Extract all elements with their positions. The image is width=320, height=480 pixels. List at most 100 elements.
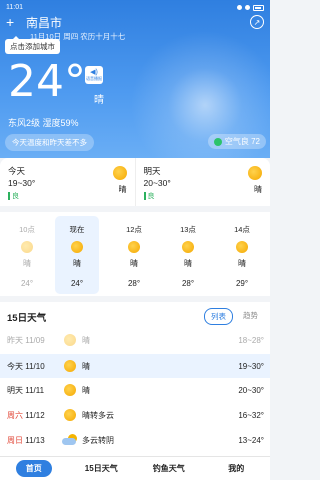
list-view-button[interactable]: 列表: [204, 308, 233, 325]
wifi-icon: [245, 5, 250, 10]
hour-time: 12点: [126, 225, 142, 234]
add-city-tooltip[interactable]: 点击添加城市: [5, 36, 60, 54]
aqi-bar-icon: [143, 192, 146, 200]
sun-icon: [112, 166, 127, 180]
forecast-day: 明天 11/11: [7, 385, 44, 396]
hour-item: 10点 晴 24°: [5, 216, 49, 294]
tab-fishing[interactable]: 钓鱼天气: [135, 463, 203, 474]
forecast-row-today[interactable]: 今天 11/10 晴 19~30°: [0, 354, 270, 378]
two-day-card: 今天 19~30° 良 晴 明天 20~30° 良 晴: [0, 158, 270, 206]
fifteen-day-title: 15日天气: [7, 313, 47, 324]
forecast-date: 11/11: [25, 385, 45, 395]
day-name: 明天: [143, 166, 161, 176]
forecast-range: 16~32°: [238, 410, 264, 420]
forecast-day: 今天 11/10: [7, 361, 45, 372]
forecast-row[interactable]: 周日 11/13 多云转阴 13~24°: [0, 428, 270, 452]
forecast-day: 周日 11/13: [7, 435, 45, 446]
day-aqi-label: 良: [147, 193, 155, 200]
air-quality-badge[interactable]: 空气良 72: [207, 134, 266, 149]
voice-broadcast-label: 语音播报: [86, 76, 102, 81]
sun-icon: [236, 241, 248, 253]
hour-item: 14点 晴 29°: [220, 216, 264, 294]
current-condition: 晴: [94, 95, 104, 106]
hour-temp: 24°: [20, 279, 34, 288]
hour-condition: 晴: [238, 259, 246, 268]
tab-15-day[interactable]: 15日天气: [68, 463, 136, 474]
hour-temp: 24°: [70, 279, 84, 288]
hour-condition: 晴: [73, 259, 81, 268]
speaker-icon: ◀): [90, 69, 98, 76]
status-time: 11:01: [6, 4, 23, 11]
hourly-forecast[interactable]: 10点 晴 24° 现在 晴 24° 12点 晴 28° 13点 晴 28° 1…: [0, 212, 270, 296]
sun-icon: [21, 241, 33, 253]
temperature-compare-tip: 今天温度和昨天差不多: [5, 134, 94, 151]
tab-label: 我的: [228, 464, 245, 473]
forecast-date: 11/12: [25, 410, 45, 420]
hour-condition: 晴: [130, 259, 138, 268]
forecast-date: 11/10: [25, 361, 45, 371]
forecast-range: 19~30°: [238, 361, 264, 371]
hour-time: 10点: [19, 225, 35, 234]
sun-icon: [64, 384, 76, 396]
bottom-tab-bar: 首页 15日天气 钓鱼天气 我的: [0, 456, 270, 480]
sun-icon: [64, 409, 76, 421]
forecast-day: 周六 11/12: [7, 410, 45, 421]
tab-label: 15日天气: [84, 464, 118, 473]
status-bar: 11:01: [6, 2, 264, 13]
forecast-condition: 晴: [82, 385, 90, 395]
sun-icon: [128, 241, 140, 253]
tab-label: 钓鱼天气: [152, 464, 185, 473]
voice-broadcast-button[interactable]: ◀) 语音播报: [85, 66, 103, 84]
wind-humidity: 东风2级 湿度59%: [8, 118, 79, 128]
forecast-condition: 晴: [82, 361, 90, 371]
forecast-condition: 多云转阴: [82, 435, 114, 445]
share-icon[interactable]: ↗: [250, 15, 264, 29]
day-aqi-label: 良: [12, 193, 19, 200]
day-condition: 晴: [254, 185, 262, 194]
sun-icon: [71, 241, 83, 253]
hour-temp: 28°: [181, 279, 195, 288]
day-aqi: 良: [143, 191, 263, 201]
hour-time: 13点: [180, 225, 196, 234]
forecast-day-label: 明天: [7, 385, 23, 395]
sun-icon: [182, 241, 194, 253]
forecast-day-label: 周六: [7, 410, 23, 420]
city-name[interactable]: 南昌市: [26, 14, 62, 31]
forecast-row[interactable]: 昨天 11/09 晴 18~28°: [0, 328, 270, 352]
forecast-row[interactable]: 周六 11/12 晴转多云 16~32°: [0, 403, 270, 427]
hour-item: 13点 晴 28°: [166, 216, 210, 294]
aqi-bar-icon: [8, 192, 10, 200]
sun-icon: [64, 360, 76, 372]
day-name: 今天: [8, 166, 26, 176]
forecast-date: 11/09: [25, 335, 45, 345]
hour-time: 14点: [234, 225, 250, 234]
forecast-condition: 晴: [82, 335, 90, 345]
partly-cloudy-icon: [62, 434, 78, 446]
current-temperature: 24°: [8, 56, 86, 107]
tab-label: 首页: [15, 460, 52, 477]
forecast-range: 13~24°: [238, 435, 264, 445]
forecast-condition: 晴转多云: [82, 410, 114, 420]
tab-home[interactable]: 首页: [0, 460, 68, 477]
add-city-icon[interactable]: +: [6, 15, 20, 29]
view-toggle: 列表 趋势: [204, 308, 264, 325]
forecast-day-label: 昨天: [7, 335, 23, 345]
day-condition: 晴: [118, 185, 127, 194]
forecast-range: 20~30°: [238, 385, 264, 395]
forecast-date: 11/13: [25, 435, 45, 445]
hour-condition: 晴: [184, 259, 192, 268]
signal-icon: [237, 5, 242, 10]
day-temp-range: 19~30°: [8, 178, 36, 188]
forecast-row[interactable]: 明天 11/11 晴 20~30°: [0, 378, 270, 402]
forecast-range: 18~28°: [238, 335, 264, 345]
fifteen-day-section: 15日天气 列表 趋势 昨天 11/09 晴 18~28° 今天 11/10 晴…: [0, 302, 270, 457]
forecast-day: 昨天 11/09: [7, 335, 45, 346]
day-aqi: 良: [8, 191, 127, 201]
today-summary[interactable]: 今天 19~30° 良 晴: [0, 158, 135, 206]
trend-view-button[interactable]: 趋势: [237, 308, 264, 325]
hour-time: 现在: [69, 225, 85, 234]
tab-mine[interactable]: 我的: [203, 463, 271, 474]
hour-item-current: 现在 晴 24°: [55, 216, 99, 294]
tomorrow-summary[interactable]: 明天 20~30° 良 晴: [134, 158, 271, 206]
air-quality-text: 空气良 72: [224, 137, 260, 146]
